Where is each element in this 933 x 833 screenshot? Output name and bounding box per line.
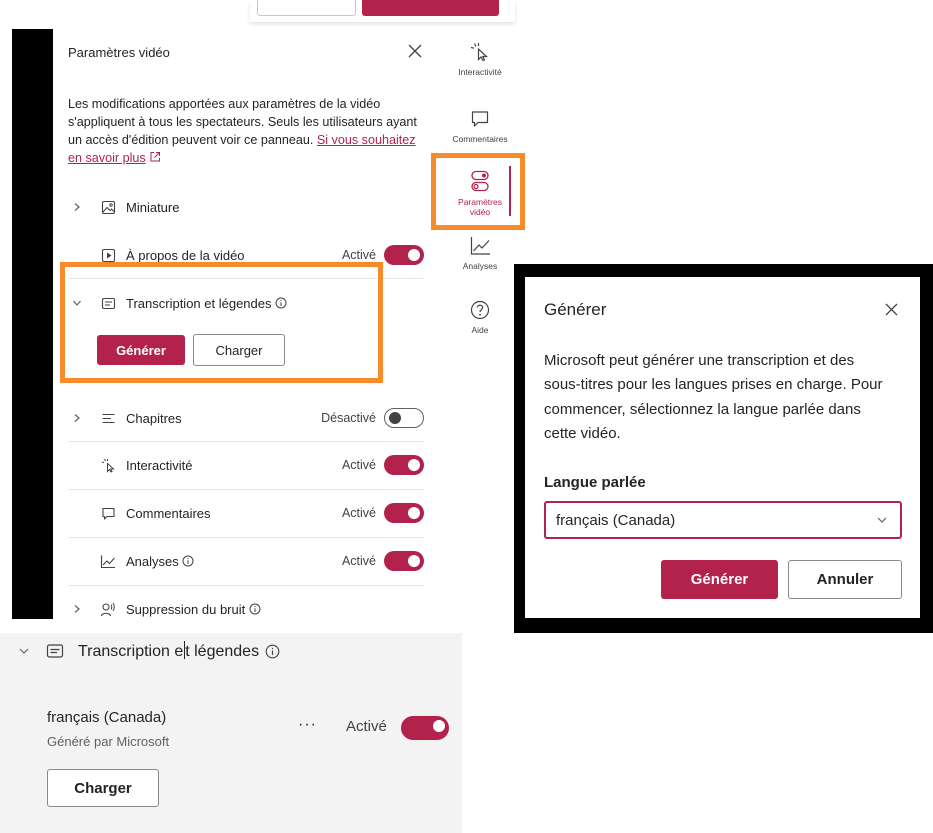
info-icon[interactable] [275, 297, 287, 309]
spoken-language-select[interactable]: français (Canada) [544, 501, 902, 539]
rail-label: Commentaires [452, 134, 508, 144]
row-label: Interactivité [126, 457, 193, 473]
row-label: Chapitres [126, 410, 182, 426]
help-icon [470, 300, 490, 320]
chevron-right-icon [74, 605, 80, 613]
more-options-button[interactable]: ··· [298, 716, 317, 734]
dialog-generate-button[interactable]: Générer [661, 560, 778, 599]
transcription-section-header[interactable]: Transcription et légendes [18, 636, 448, 666]
dialog-close-button[interactable] [880, 298, 902, 320]
analytics-toggle[interactable] [384, 551, 424, 571]
about-toggle[interactable] [384, 245, 424, 265]
image-icon [101, 200, 115, 214]
row-label: À propos de la vidéo [126, 247, 245, 263]
dialog-cancel-button[interactable]: Annuler [788, 560, 902, 599]
toggles-icon [471, 170, 489, 192]
info-icon[interactable] [182, 555, 194, 567]
rail-label: Paramètres vidéo [458, 197, 502, 217]
settings-row-analytics[interactable]: Analyses Activé [68, 537, 424, 585]
comment-icon [101, 507, 115, 520]
rail-item-help[interactable]: Aide [443, 300, 517, 336]
caption-source: Généré par Microsoft [47, 734, 170, 749]
person-voice-icon [100, 602, 115, 616]
captions-icon [46, 644, 64, 658]
dialog-title: Générer [544, 300, 607, 319]
chart-line-icon [470, 237, 490, 255]
rail-item-interactivity[interactable]: Interactivité [443, 42, 517, 78]
row-label: Analyses [126, 553, 179, 569]
comments-toggle[interactable] [384, 503, 424, 523]
video-area-left [12, 29, 53, 619]
top-secondary-button[interactable] [257, 0, 356, 16]
section-title-part2: t légendes [185, 643, 260, 660]
rail-item-video-settings[interactable]: Paramètres vidéo [443, 170, 517, 218]
settings-row-interactivity[interactable]: Interactivité Activé [68, 441, 424, 489]
spoken-language-label: Langue parlée [544, 474, 646, 491]
row-status: Activé [341, 554, 376, 568]
close-icon [408, 44, 422, 58]
chevron-right-icon [74, 414, 80, 422]
cursor-click-icon [470, 43, 489, 62]
caption-language: français (Canada) [47, 709, 167, 726]
external-link-icon [150, 151, 160, 162]
caption-toggle[interactable] [401, 716, 449, 740]
rail-item-analytics[interactable]: Analyses [443, 236, 517, 272]
settings-row-transcription[interactable]: Transcription et légendes [68, 279, 424, 327]
chevron-down-icon [877, 517, 887, 523]
chapters-toggle[interactable] [384, 408, 424, 428]
row-status: Désactivé [321, 411, 376, 425]
info-icon[interactable] [249, 603, 261, 615]
panel-description: Les modifications apportées aux paramètr… [68, 96, 428, 168]
row-status: Activé [341, 506, 376, 520]
section-title-part1: Transcription e [78, 643, 184, 660]
chevron-down-icon [19, 648, 29, 654]
settings-row-about[interactable]: À propos de la vidéo Activé [68, 231, 424, 279]
rail-label: Aide [471, 325, 489, 335]
chevron-down-icon [73, 300, 81, 306]
rail-active-indicator [509, 166, 511, 216]
caption-status: Activé [346, 718, 387, 735]
row-label: Suppression du bruit [126, 601, 246, 617]
info-icon[interactable] [265, 644, 280, 659]
settings-row-comments[interactable]: Commentaires Activé [68, 489, 424, 537]
row-status: Activé [341, 458, 376, 472]
rail-label: Analyses [462, 261, 498, 271]
settings-row-chapters[interactable]: Chapitres Désactivé [68, 394, 424, 442]
panel-title: Paramètres vidéo [68, 45, 170, 60]
comment-icon [471, 111, 489, 127]
generate-button[interactable]: Générer [97, 335, 185, 365]
settings-row-noise-suppression[interactable]: Suppression du bruit [68, 585, 424, 633]
dialog-description: Microsoft peut générer une transcription… [544, 352, 883, 442]
row-label: Transcription et légendes [126, 295, 272, 311]
rail-item-comments[interactable]: Commentaires [443, 109, 517, 145]
list-icon [102, 413, 114, 423]
chart-line-icon [100, 555, 115, 568]
captions-icon [101, 297, 115, 309]
settings-row-thumbnail[interactable]: Miniature [68, 183, 424, 231]
row-label: Commentaires [126, 505, 211, 521]
play-box-icon [101, 248, 115, 262]
row-label: Miniature [126, 199, 180, 215]
rail-label: Interactivité [458, 67, 502, 77]
close-icon [885, 303, 897, 315]
chevron-right-icon [74, 203, 80, 211]
interactivity-toggle[interactable] [384, 455, 424, 475]
cursor-click-icon [101, 458, 115, 473]
panel-close-button[interactable] [404, 40, 426, 62]
top-primary-button[interactable] [362, 0, 499, 16]
row-status: Activé [341, 248, 376, 262]
bottom-upload-button[interactable]: Charger [47, 769, 159, 807]
upload-button[interactable]: Charger [193, 334, 285, 366]
selected-language: français (Canada) [556, 511, 676, 529]
